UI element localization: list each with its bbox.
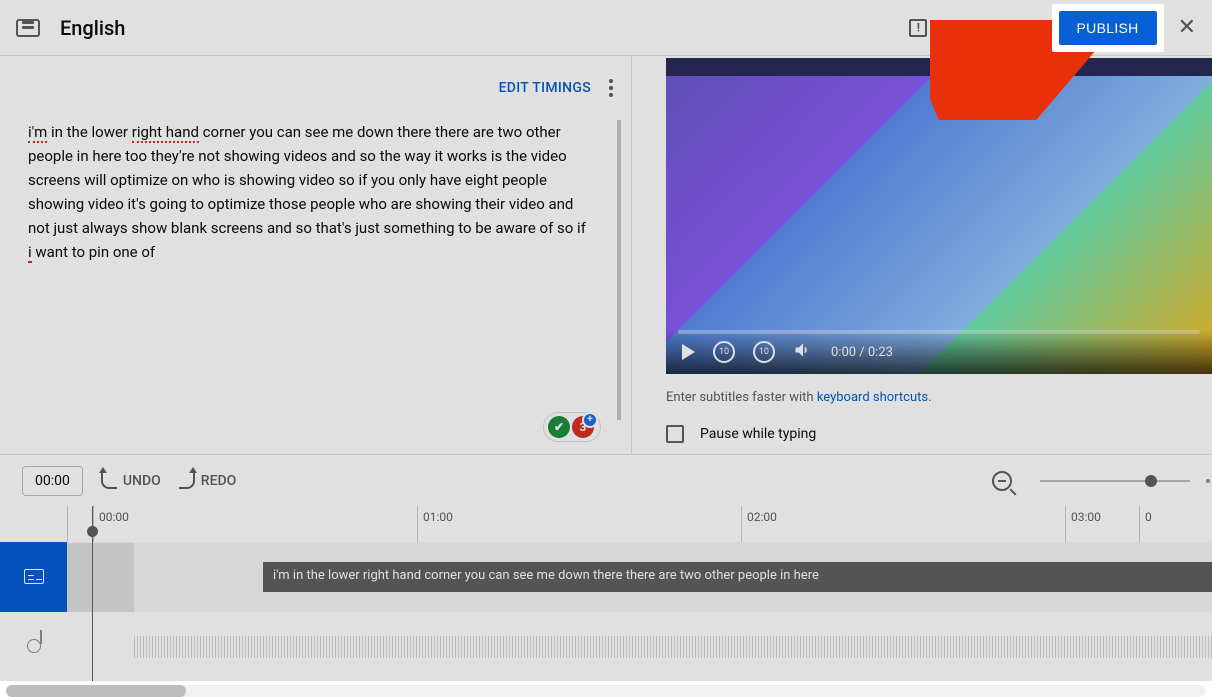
main: EDIT TIMINGS i'm in the lower right hand… <box>0 56 1212 454</box>
ruler-tick: 03:00 <box>1065 506 1066 542</box>
preview-pane: 10 10 0:00 / 0:23 Enter subtitles faster… <box>632 56 1212 454</box>
suggestion-count-badge[interactable]: 3 <box>572 416 594 438</box>
keyboard-shortcuts-link[interactable]: keyboard shortcuts <box>817 390 928 405</box>
undo-button[interactable]: UNDO <box>101 473 161 489</box>
caption-editor-pane: EDIT TIMINGS i'm in the lower right hand… <box>0 56 632 454</box>
language-title: English <box>60 16 125 40</box>
save-draft-button[interactable]: SAVE DRAFT <box>951 20 1035 36</box>
audio-lane <box>67 612 1212 682</box>
pause-while-typing-checkbox[interactable] <box>666 425 684 443</box>
volume-icon[interactable] <box>793 340 813 364</box>
publish-button[interactable]: PUBLISH <box>1059 11 1157 45</box>
captions-icon <box>16 19 40 37</box>
ruler-tick: 01:00 <box>417 506 418 542</box>
undo-icon <box>101 473 117 489</box>
zoom-out-icon[interactable] <box>992 471 1012 491</box>
caption-track-icon[interactable] <box>0 542 67 612</box>
timeline-toolbar: 00:00 UNDO REDO <box>0 454 1212 506</box>
timeline: 00:0001:0002:0003:000 i'm in the lower r… <box>0 506 1212 681</box>
hint-text: Enter subtitles faster with keyboard sho… <box>666 390 1212 405</box>
play-icon[interactable] <box>682 344 695 360</box>
timeline-tracks[interactable]: 00:0001:0002:0003:000 i'm in the lower r… <box>67 506 1212 681</box>
rewind-10-icon[interactable]: 10 <box>713 341 735 363</box>
caption-textarea[interactable]: i'm in the lower right hand corner you c… <box>0 120 621 420</box>
current-time-chip[interactable]: 00:00 <box>22 466 83 496</box>
video-time: 0:00 / 0:23 <box>831 345 893 360</box>
video-preview[interactable]: 10 10 0:00 / 0:23 <box>666 58 1212 374</box>
edit-timings-button[interactable]: EDIT TIMINGS <box>499 80 591 96</box>
ruler-tick: 02:00 <box>741 506 742 542</box>
redo-icon <box>179 473 195 489</box>
timeline-scrollbar-thumb[interactable] <box>6 685 186 697</box>
timeline-scrollbar[interactable] <box>6 685 1206 697</box>
suggestion-badges[interactable]: ✔ 3 <box>543 412 601 442</box>
zoom-slider-thumb[interactable] <box>1145 475 1157 487</box>
audio-track-icon <box>0 612 67 682</box>
forward-10-icon[interactable]: 10 <box>753 341 775 363</box>
caption-segment[interactable]: i'm in the lower right hand corner you c… <box>263 562 1212 592</box>
time-ruler[interactable]: 00:0001:0002:0003:000 <box>67 506 1212 542</box>
feedback-icon[interactable] <box>909 19 927 37</box>
zoom-slider[interactable] <box>1040 480 1190 482</box>
waveform <box>134 636 1212 658</box>
publish-highlight: PUBLISH <box>1052 4 1164 52</box>
caption-lane[interactable]: i'm in the lower right hand corner you c… <box>67 542 1212 612</box>
timeline-gutter <box>0 506 67 681</box>
ruler-tick: 0 <box>1139 506 1140 542</box>
accept-icon[interactable]: ✔ <box>548 416 570 438</box>
more-options-icon[interactable] <box>609 86 613 90</box>
redo-button[interactable]: REDO <box>179 473 237 489</box>
playhead[interactable] <box>92 506 93 681</box>
close-icon[interactable]: ✕ <box>1178 15 1196 40</box>
header: English SAVE DRAFT PUBLISH ✕ <box>0 0 1212 56</box>
pause-while-typing-label: Pause while typing <box>700 426 816 442</box>
